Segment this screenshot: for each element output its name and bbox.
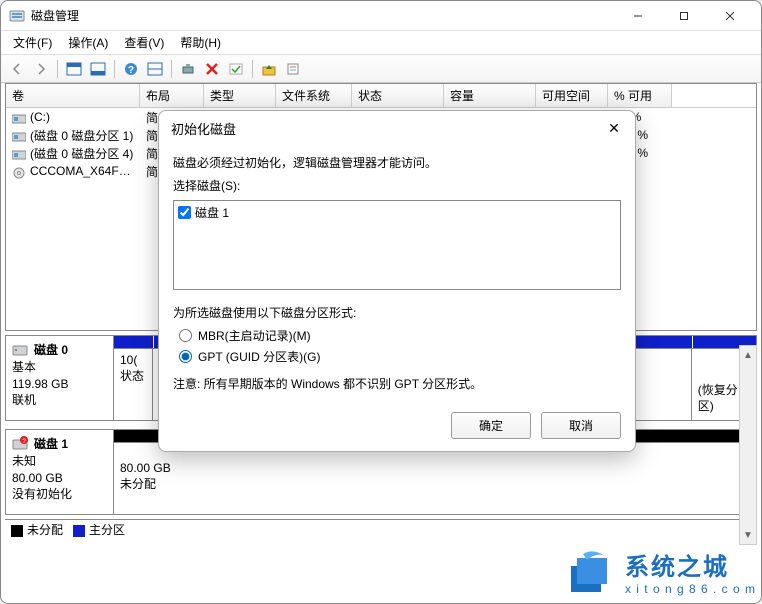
volume-icon xyxy=(12,149,26,159)
svg-text:?: ? xyxy=(128,65,134,76)
window-controls xyxy=(615,1,753,31)
separator xyxy=(57,60,58,78)
header-volume[interactable]: 卷 xyxy=(6,84,140,107)
scroll-down-icon[interactable]: ▼ xyxy=(740,526,756,544)
dialog-close-icon[interactable]: ✕ xyxy=(605,120,623,138)
radio-gpt-input[interactable] xyxy=(179,350,192,363)
volume-name: (磁盘 0 磁盘分区 4) xyxy=(30,147,133,161)
header-type[interactable]: 类型 xyxy=(204,84,276,107)
checklist-icon[interactable] xyxy=(226,59,246,79)
menubar: 文件(F) 操作(A) 查看(V) 帮助(H) xyxy=(1,31,761,55)
header-percent[interactable]: % 可用 xyxy=(608,84,672,107)
watermark-logo-icon xyxy=(565,546,615,596)
radio-gpt[interactable]: GPT (GUID 分区表)(G) xyxy=(179,348,621,365)
menu-help[interactable]: 帮助(H) xyxy=(174,32,227,53)
legend-unallocated: 未分配 xyxy=(11,521,63,538)
disk-status: 没有初始化 xyxy=(12,486,107,503)
volume-icon xyxy=(12,131,26,141)
partition-style-group: MBR(主启动记录)(M) GPT (GUID 分区表)(G) xyxy=(179,327,621,365)
header-free[interactable]: 可用空间 xyxy=(536,84,608,107)
separator xyxy=(171,60,172,78)
partition-segment xyxy=(114,336,153,348)
menu-file[interactable]: 文件(F) xyxy=(7,32,58,53)
volume-name: (磁盘 0 磁盘分区 1) xyxy=(30,129,133,143)
disk-label[interactable]: 磁盘 0 基本 119.98 GB 联机 xyxy=(6,336,114,420)
disk-icon xyxy=(12,342,28,358)
partition-cell[interactable]: 80.00 GB 未分配 xyxy=(114,443,756,514)
swatch-black xyxy=(11,525,23,537)
window-title: 磁盘管理 xyxy=(31,7,615,24)
disk-name: 磁盘 0 xyxy=(34,342,107,359)
delete-icon[interactable] xyxy=(202,59,222,79)
radio-mbr-input[interactable] xyxy=(179,329,192,342)
disk-list-item[interactable]: 磁盘 1 xyxy=(178,204,616,221)
disk-checkbox[interactable] xyxy=(178,206,191,219)
disk-type: 基本 xyxy=(12,359,107,376)
app-icon xyxy=(9,8,25,24)
close-button[interactable] xyxy=(707,1,753,31)
watermark-subtitle: x i t o n g 8 6 . c o m xyxy=(625,582,756,596)
initialize-disk-dialog: 初始化磁盘 ✕ 磁盘必须经过初始化，逻辑磁盘管理器才能访问。 选择磁盘(S): … xyxy=(158,110,636,452)
disk-status: 联机 xyxy=(12,392,107,409)
separator xyxy=(114,60,115,78)
scroll-up-icon[interactable]: ▲ xyxy=(740,346,756,364)
scrollbar[interactable]: ▲ ▼ xyxy=(739,345,757,545)
dialog-buttons: 确定 取消 xyxy=(159,404,635,439)
view-bottom-icon[interactable] xyxy=(88,59,108,79)
header-filesystem[interactable]: 文件系统 xyxy=(276,84,352,107)
header-layout[interactable]: 布局 xyxy=(140,84,204,107)
dialog-titlebar: 初始化磁盘 ✕ xyxy=(159,111,635,142)
menu-view[interactable]: 查看(V) xyxy=(118,32,170,53)
help-icon[interactable]: ? xyxy=(121,59,141,79)
radio-mbr[interactable]: MBR(主启动记录)(M) xyxy=(179,327,621,344)
disk-label[interactable]: ? 磁盘 1 未知 80.00 GB 没有初始化 xyxy=(6,430,114,514)
watermark-text: 系统之城 x i t o n g 8 6 . c o m xyxy=(625,547,756,596)
ok-button[interactable]: 确定 xyxy=(451,412,531,439)
folder-up-icon[interactable] xyxy=(259,59,279,79)
legend-primary: 主分区 xyxy=(73,521,125,538)
toolbar: ? xyxy=(1,55,761,83)
settings-icon[interactable] xyxy=(178,59,198,79)
forward-icon[interactable] xyxy=(31,59,51,79)
back-icon[interactable] xyxy=(7,59,27,79)
disk-unknown-icon: ? xyxy=(12,436,28,452)
volume-icon xyxy=(12,113,26,123)
volume-name: (C:) xyxy=(30,110,50,124)
separator xyxy=(252,60,253,78)
minimize-button[interactable] xyxy=(615,1,661,31)
disk-item-label: 磁盘 1 xyxy=(195,204,229,221)
partition-row: 80.00 GB 未分配 xyxy=(114,442,756,514)
cancel-button[interactable]: 取消 xyxy=(541,412,621,439)
volume-name: CCCOMA_X64FR... xyxy=(30,164,137,178)
watermark: 系统之城 x i t o n g 8 6 . c o m xyxy=(565,546,756,596)
table-header: 卷 布局 类型 文件系统 状态 容量 可用空间 % 可用 xyxy=(6,84,756,108)
partition-cell[interactable]: 10( 状态 xyxy=(114,349,153,420)
disk-type: 未知 xyxy=(12,453,107,470)
maximize-button[interactable] xyxy=(661,1,707,31)
titlebar: 磁盘管理 xyxy=(1,1,761,31)
menu-action[interactable]: 操作(A) xyxy=(62,32,114,53)
dialog-message: 磁盘必须经过初始化，逻辑磁盘管理器才能访问。 xyxy=(173,154,621,171)
legend: 未分配 主分区 xyxy=(5,519,757,539)
disk-select-list[interactable]: 磁盘 1 xyxy=(173,200,621,290)
swatch-blue xyxy=(73,525,85,537)
cd-icon xyxy=(12,167,26,177)
watermark-title: 系统之城 xyxy=(625,547,756,582)
properties-icon[interactable] xyxy=(283,59,303,79)
disk-size: 80.00 GB xyxy=(12,470,107,487)
view-top-icon[interactable] xyxy=(64,59,84,79)
dialog-title: 初始化磁盘 xyxy=(171,119,605,138)
view-split-icon[interactable] xyxy=(145,59,165,79)
partition-style-label: 为所选磁盘使用以下磁盘分区形式: xyxy=(173,304,621,321)
select-disk-label: 选择磁盘(S): xyxy=(173,177,621,194)
header-capacity[interactable]: 容量 xyxy=(444,84,536,107)
dialog-body: 磁盘必须经过初始化，逻辑磁盘管理器才能访问。 选择磁盘(S): 磁盘 1 为所选… xyxy=(159,142,635,404)
disk-name: 磁盘 1 xyxy=(34,436,107,453)
disk-size: 119.98 GB xyxy=(12,376,107,393)
dialog-note: 注意: 所有早期版本的 Windows 都不识别 GPT 分区形式。 xyxy=(173,375,621,392)
header-status[interactable]: 状态 xyxy=(352,84,444,107)
